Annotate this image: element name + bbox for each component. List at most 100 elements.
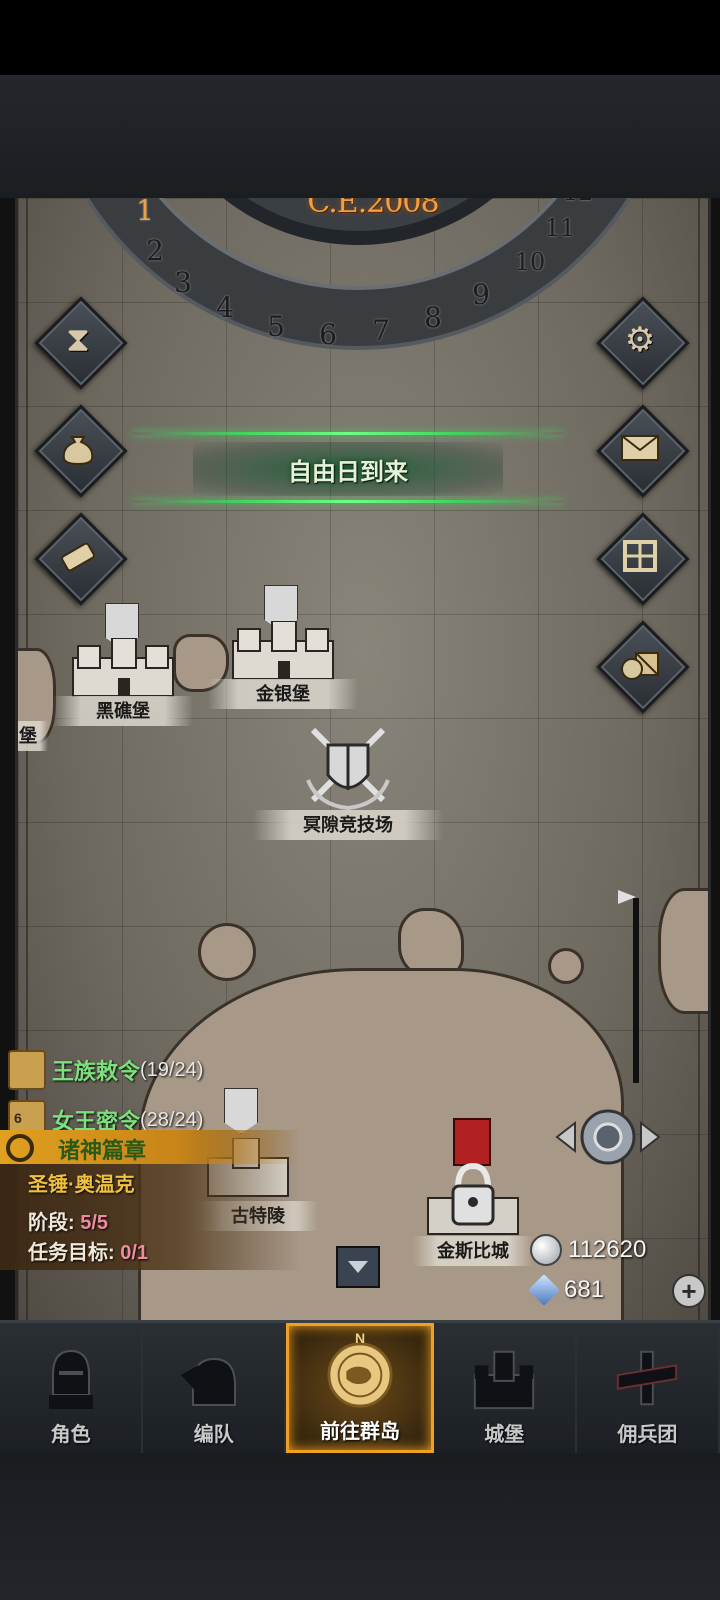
money-bag-icon xyxy=(48,418,108,478)
hourglass-icon: ⧗ xyxy=(66,320,90,359)
silver-coin-icon xyxy=(530,1234,562,1266)
stage-label: 阶段: xyxy=(28,1212,81,1234)
event-banner-text: 自由日到来 xyxy=(288,458,408,486)
chevron-down-icon xyxy=(348,1261,368,1273)
castle-icon xyxy=(232,621,334,680)
flag-icon xyxy=(224,1088,258,1134)
gear-icon: ⚙ xyxy=(624,321,656,359)
crosshair-icon xyxy=(555,1109,661,1165)
search-icon xyxy=(6,1134,34,1162)
banner-top-line xyxy=(133,432,563,435)
chapter-panel[interactable]: 诸神篇章 圣锤·奥温克 阶段: 5/5 任务目标: 0/1 xyxy=(0,1130,300,1270)
month-5: 5 xyxy=(267,310,285,343)
quest-count: (19/24) xyxy=(140,1058,204,1081)
castle-icon xyxy=(469,1342,539,1414)
land-mass xyxy=(198,923,256,981)
calendar-dial: C.E.2008 1 2 3 4 5 6 7 8 9 10 11 12 xyxy=(84,198,632,388)
locked-castle-icon xyxy=(427,1162,519,1235)
month-2: 2 xyxy=(146,234,164,267)
nav-item-castle[interactable]: 城堡 xyxy=(433,1323,577,1453)
month-7: 7 xyxy=(372,314,390,347)
bottom-band xyxy=(0,1453,720,1600)
scroll-button[interactable] xyxy=(34,512,128,606)
scroll-icon xyxy=(8,1050,46,1090)
chapter-target: 任务目标: 0/1 xyxy=(28,1236,148,1265)
collapse-panel-button[interactable] xyxy=(336,1246,380,1288)
land-mass xyxy=(658,888,708,1014)
settings-button[interactable]: ⚙ xyxy=(596,296,690,390)
chapter-hero-name: 圣锤·奥温克 xyxy=(28,1174,135,1196)
status-bar-area xyxy=(0,0,720,75)
nav-label: 角色 xyxy=(50,1424,91,1446)
supplies-crate-icon xyxy=(610,634,670,694)
mail-button[interactable] xyxy=(596,404,690,498)
nav-item-character[interactable]: 角色 xyxy=(0,1323,144,1453)
crystal-icon xyxy=(528,1274,560,1306)
add-currency-button[interactable]: + xyxy=(672,1274,706,1308)
scroll-icon xyxy=(48,526,108,586)
locate-button[interactable] xyxy=(553,1103,663,1171)
location-arena[interactable]: 冥隙竞技场 xyxy=(253,718,443,848)
bottom-nav: 角色 编队 N 前往群岛 城堡 佣兵团 xyxy=(0,1320,720,1456)
location-heijiao[interactable]: 黑礁堡 xyxy=(53,598,193,733)
plus-icon: + xyxy=(681,1276,697,1306)
month-12: 12 xyxy=(558,198,598,206)
map-zoom-track[interactable] xyxy=(633,898,639,1083)
month-3: 3 xyxy=(174,266,192,299)
crystal-currency: 681 xyxy=(528,1272,605,1308)
nav-label: 前往群岛 xyxy=(320,1421,400,1443)
location-label: 金银堡 xyxy=(208,679,358,709)
stage-value: 5/5 xyxy=(80,1212,109,1234)
crystal-amount: 681 xyxy=(564,1276,605,1303)
banner-body: 自由日到来 xyxy=(193,442,503,496)
location-label: 堡 xyxy=(18,721,48,751)
location-jinyin[interactable]: 金银堡 xyxy=(208,583,358,713)
month-6: 6 xyxy=(319,318,337,351)
nav-label: 编队 xyxy=(193,1424,234,1446)
location-jinsibi[interactable]: 金斯比城 xyxy=(413,1118,533,1268)
nav-item-squad[interactable]: 编队 xyxy=(143,1323,287,1453)
month-8: 8 xyxy=(424,301,442,334)
grid-window-icon xyxy=(610,526,670,586)
knight-helmet-icon xyxy=(36,1342,106,1414)
month-4: 4 xyxy=(216,291,234,324)
mercenary-icon xyxy=(612,1342,682,1414)
month-10: 10 xyxy=(514,248,546,276)
location-partial-left[interactable]: 堡 xyxy=(18,673,48,753)
event-banner[interactable]: 自由日到来 xyxy=(133,428,563,510)
quest-count: (28/24) xyxy=(140,1108,204,1131)
arena-emblem-icon xyxy=(306,727,390,810)
chapter-stage: 阶段: 5/5 xyxy=(28,1206,108,1235)
target-label: 任务目标: xyxy=(28,1242,121,1264)
quest-name: 王族敕令 xyxy=(52,1059,141,1084)
silver-amount: 112620 xyxy=(568,1236,647,1263)
banner-bottom-line xyxy=(133,500,563,503)
land-mass xyxy=(548,948,584,984)
month-11: 11 xyxy=(544,214,576,242)
location-label: 金斯比城 xyxy=(413,1236,533,1266)
nav-label: 城堡 xyxy=(484,1424,525,1446)
chapter-header: 诸神篇章 xyxy=(0,1130,300,1164)
chapter-title: 诸神篇章 xyxy=(58,1138,147,1163)
supplies-button[interactable] xyxy=(596,620,690,714)
location-label: 冥隙竞技场 xyxy=(253,810,443,840)
silver-currency: 112620 xyxy=(530,1232,646,1268)
location-label: 黑礁堡 xyxy=(53,696,193,726)
year-label: C.E.2008 xyxy=(307,198,439,220)
quest-royal-decree[interactable]: 王族敕令 (19/24) xyxy=(8,1050,203,1090)
compass-north-label: N xyxy=(354,1330,366,1346)
top-bar xyxy=(0,75,720,198)
nav-item-islands[interactable]: N 前往群岛 xyxy=(286,1323,434,1453)
castle-icon xyxy=(72,638,174,697)
compass-map-icon xyxy=(325,1339,395,1411)
month-9: 9 xyxy=(472,278,490,311)
target-value: 0/1 xyxy=(120,1242,149,1264)
nav-label: 佣兵团 xyxy=(617,1424,678,1446)
money-bag-button[interactable] xyxy=(34,404,128,498)
hourglass-button[interactable]: ⧗ xyxy=(34,296,128,390)
nav-item-mercenary[interactable]: 佣兵团 xyxy=(576,1323,720,1453)
squad-icon xyxy=(179,1342,249,1414)
quest-badge: 6 xyxy=(14,1110,22,1126)
month-1: 1 xyxy=(136,198,154,227)
grid-button[interactable] xyxy=(596,512,690,606)
